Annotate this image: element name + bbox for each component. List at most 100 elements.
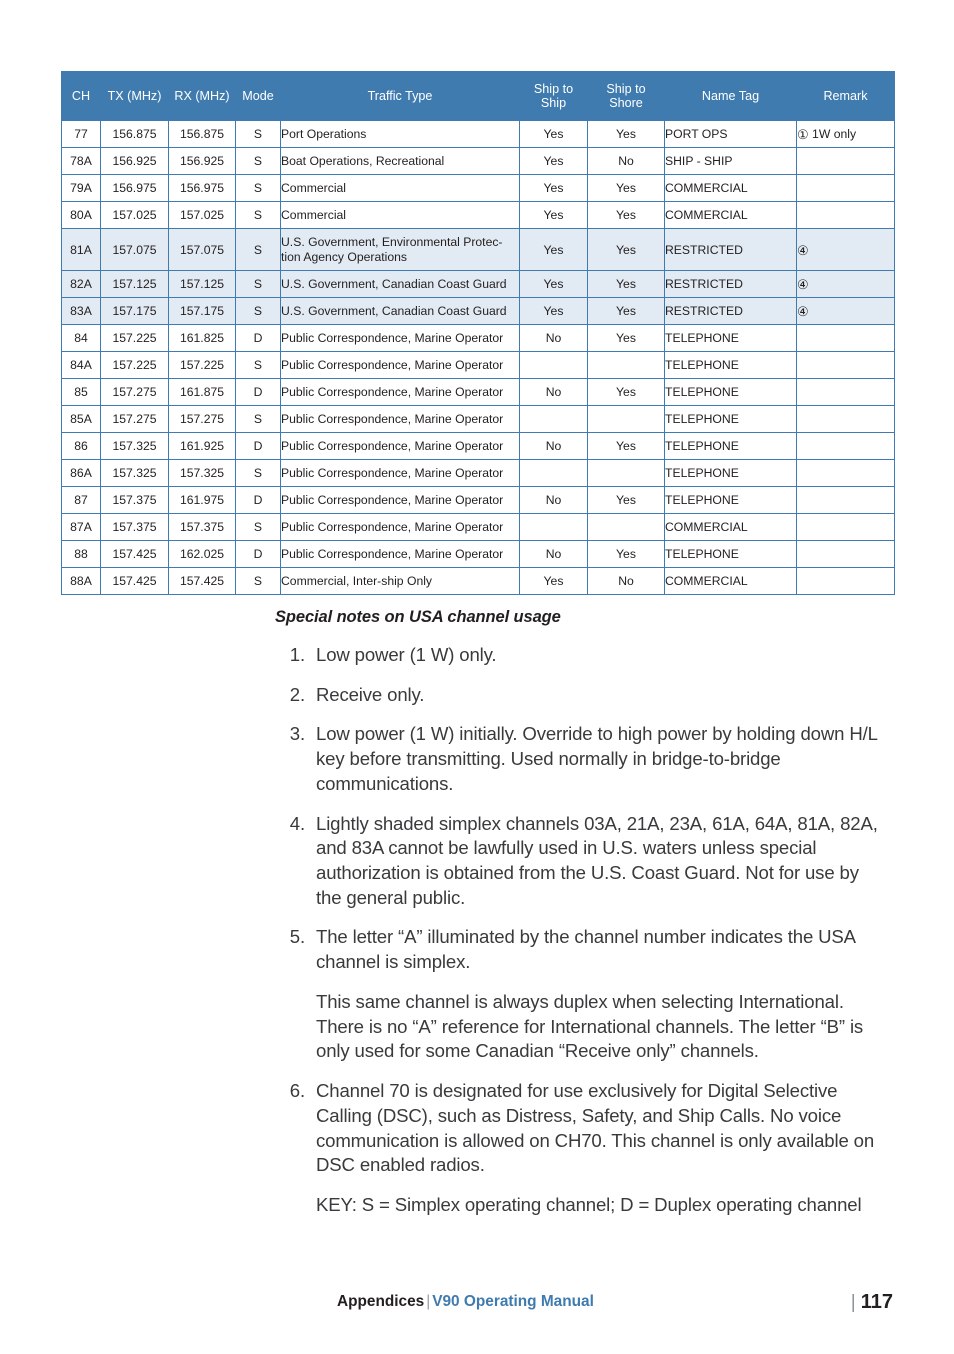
footer-breadcrumb: Appendices | V90 Operating Manual	[337, 1293, 594, 1311]
cell-ship-to-ship: No	[519, 540, 588, 568]
cell-rx-frequency: 157.325	[168, 459, 236, 487]
column-header-ch: CH	[61, 71, 101, 121]
cell-rx-frequency: 156.875	[168, 120, 236, 148]
cell-rx-frequency: 161.875	[168, 378, 236, 406]
note-item: 2. Receive only.	[275, 683, 885, 708]
table-row: 87 157.375 161.975 D Public Correspondence, …	[61, 486, 895, 514]
footer-separator: |	[426, 1293, 431, 1310]
table-row: 85A 157.275 157.275 S Public Correspondence,…	[61, 405, 895, 433]
note-text: The letter “A” illuminated by the channe…	[316, 926, 855, 973]
cell-traffic-type: U.S. Government, Environmental Protec-ti…	[280, 228, 520, 271]
cell-mode: S	[235, 228, 281, 271]
cell-mode: S	[235, 120, 281, 148]
cell-ship-to-shore: Yes	[587, 378, 665, 406]
table-row: 86A 157.325 157.325 S Public Correspondence,…	[61, 459, 895, 487]
remark-note-number-icon: ④	[797, 304, 809, 319]
cell-name-tag: COMMERCIAL	[664, 174, 797, 202]
cell-traffic-type: Boat Operations, Recreational	[280, 147, 520, 175]
ship-to-ship-line1: Ship to	[533, 81, 574, 96]
remark-note-number-icon: ④	[797, 277, 809, 292]
note-item: 1. Low power (1 W) only.	[275, 643, 885, 668]
cell-mode: S	[235, 147, 281, 175]
cell-ship-to-shore: No	[587, 147, 665, 175]
ship-to-shore-line2: Shore	[609, 96, 643, 110]
cell-tx-frequency: 157.175	[100, 297, 169, 325]
cell-remark: ④	[796, 297, 895, 325]
cell-traffic-type: Public Correspondence, Marine Operator	[280, 351, 520, 379]
cell-tx-frequency: 156.975	[100, 174, 169, 202]
note-text: Lightly shaded simplex channels 03A, 21A…	[316, 812, 878, 908]
note-item: 3. Low power (1 W) initially. Override to…	[275, 722, 885, 796]
cell-tx-frequency: 157.125	[100, 270, 169, 298]
table-row: 86 157.325 161.925 D Public Correspondence, …	[61, 432, 895, 460]
note-item: 6. Channel 70 is designated for use exclu…	[275, 1079, 885, 1178]
cell-traffic-type: Public Correspondence, Marine Operator	[280, 432, 520, 460]
remark-note-number-icon: ①	[797, 127, 809, 142]
cell-tx-frequency: 157.225	[100, 351, 169, 379]
cell-ship-to-shore	[587, 351, 665, 379]
cell-mode: S	[235, 351, 281, 379]
cell-name-tag: SHIP - SHIP	[664, 147, 797, 175]
cell-channel: 88	[61, 540, 101, 568]
ship-to-shore-line1: Ship to	[606, 81, 646, 96]
note-item: 4. Lightly shaded simplex channels 03A, 2…	[275, 812, 885, 911]
note-subparagraph: This same channel is always duplex when …	[316, 990, 864, 1062]
cell-ship-to-ship: No	[519, 324, 588, 352]
cell-name-tag: TELEPHONE	[664, 324, 797, 352]
page-number-divider: |	[850, 1292, 856, 1313]
cell-channel: 87	[61, 486, 101, 514]
cell-name-tag: PORT OPS	[664, 120, 797, 148]
note-number: 2.	[289, 683, 305, 705]
table-row: 82A 157.125 157.125 S U.S. Government, Canad…	[61, 270, 895, 298]
cell-ship-to-ship: Yes	[519, 174, 588, 202]
column-header-name-tag: Name Tag	[664, 71, 797, 121]
column-header-ship-to-shore: Ship to Shore	[587, 71, 665, 121]
cell-name-tag: RESTRICTED	[664, 270, 797, 298]
cell-name-tag: RESTRICTED	[664, 228, 797, 271]
cell-mode: D	[235, 324, 281, 352]
table-row: 84A 157.225 157.225 S Public Correspondence,…	[61, 351, 895, 379]
cell-ship-to-shore: Yes	[587, 540, 665, 568]
column-header-remark: Remark	[796, 71, 895, 121]
table-body: 77 156.875 156.875 S Port Operations Yes Yes PO…	[61, 120, 895, 595]
column-header-mode: Mode	[235, 71, 281, 121]
cell-remark: ④	[796, 270, 895, 298]
cell-ship-to-ship: Yes	[519, 201, 588, 229]
cell-remark	[796, 486, 895, 514]
column-header-traffic-type: Traffic Type	[280, 71, 520, 121]
cell-ship-to-ship: Yes	[519, 147, 588, 175]
cell-channel: 81A	[61, 228, 101, 271]
table-row: 78A 156.925 156.925 S Boat Operations, Recre…	[61, 147, 895, 175]
cell-traffic-type: Public Correspondence, Marine Operator	[280, 405, 520, 433]
cell-traffic-type: Public Correspondence, Marine Operator	[280, 324, 520, 352]
page-footer: Appendices | V90 Operating Manual | 117	[61, 1291, 893, 1321]
cell-ship-to-ship: No	[519, 378, 588, 406]
cell-traffic-type: Commercial	[280, 174, 520, 202]
cell-ship-to-shore: Yes	[587, 297, 665, 325]
cell-rx-frequency: 157.425	[168, 567, 236, 595]
cell-mode: D	[235, 378, 281, 406]
cell-traffic-type: Commercial	[280, 201, 520, 229]
cell-channel: 84A	[61, 351, 101, 379]
cell-name-tag: COMMERCIAL	[664, 567, 797, 595]
cell-tx-frequency: 157.075	[100, 228, 169, 271]
cell-remark	[796, 201, 895, 229]
notes-title: Special notes on USA channel usage	[275, 608, 561, 626]
cell-channel: 83A	[61, 297, 101, 325]
cell-rx-frequency: 161.825	[168, 324, 236, 352]
cell-traffic-type: Public Correspondence, Marine Operator	[280, 378, 520, 406]
cell-mode: S	[235, 201, 281, 229]
cell-tx-frequency: 157.325	[100, 432, 169, 460]
note-text: Channel 70 is designated for use exclusi…	[316, 1080, 875, 1176]
cell-name-tag: TELEPHONE	[664, 486, 797, 514]
column-header-rx: RX (MHz)	[168, 71, 236, 121]
note-number: 6.	[289, 1080, 305, 1102]
cell-channel: 86A	[61, 459, 101, 487]
notes-list: 1. Low power (1 W) only. 2. Receive only. 3.…	[275, 643, 885, 1218]
cell-tx-frequency: 157.425	[100, 567, 169, 595]
cell-channel: 85A	[61, 405, 101, 433]
cell-ship-to-ship	[519, 405, 588, 433]
cell-remark: ④	[796, 228, 895, 271]
cell-ship-to-shore: Yes	[587, 228, 665, 271]
cell-name-tag: COMMERCIAL	[664, 201, 797, 229]
